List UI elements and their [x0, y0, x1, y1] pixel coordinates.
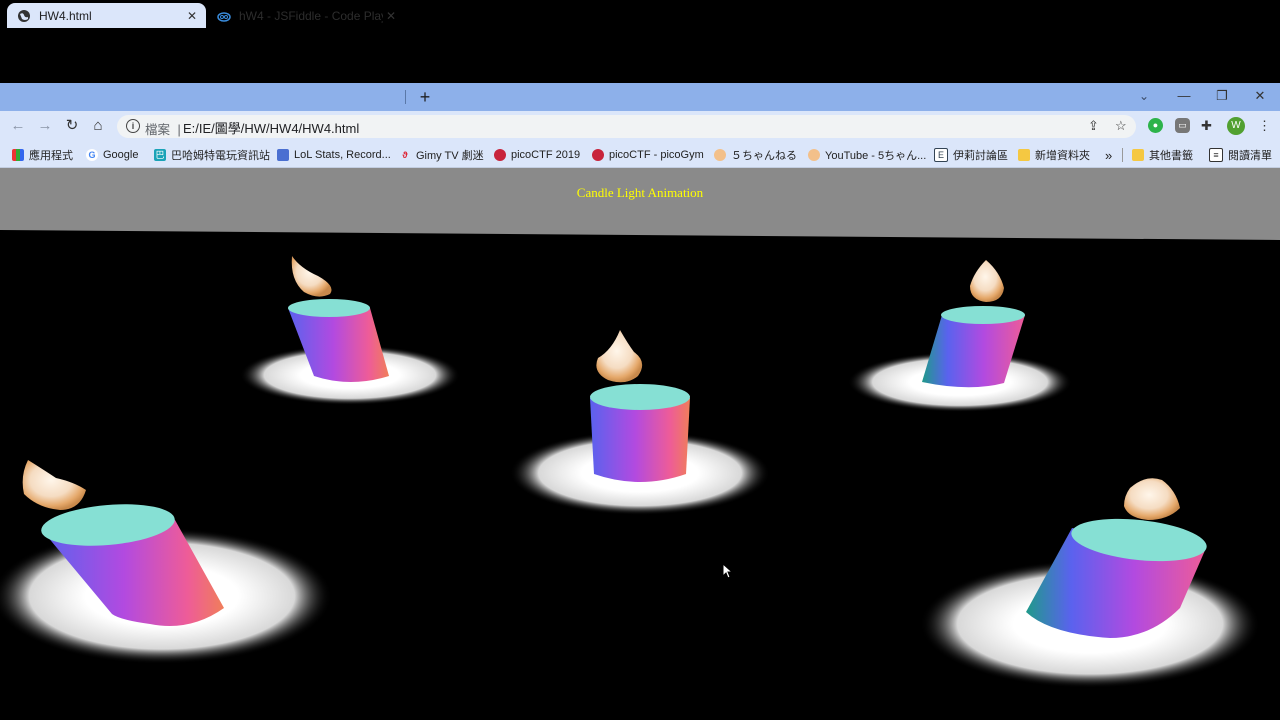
bookmark-picoctf-2019[interactable]: picoCTF 2019: [494, 147, 580, 163]
bookmark-google[interactable]: G Google: [86, 147, 138, 163]
scheme-label: 檔案: [145, 123, 171, 137]
tab-search-icon[interactable]: ⌄: [1139, 89, 1149, 103]
menu-kebab-icon[interactable]: ⋮: [1258, 118, 1271, 134]
scene-render: [0, 168, 1280, 688]
bookmark-label: 巴哈姆特電玩資訊站: [171, 150, 270, 162]
forward-icon[interactable]: →: [35, 116, 55, 136]
picoctf-icon: [592, 149, 604, 161]
window-close-icon[interactable]: ✕: [1240, 86, 1280, 106]
jsfiddle-icon: [217, 9, 231, 23]
bookmark-label: 閱讀清單: [1228, 150, 1272, 162]
folder-icon: [1132, 149, 1144, 161]
close-icon[interactable]: ✕: [184, 8, 200, 24]
bookmark-label: ５ちゃんねる: [731, 150, 797, 162]
bookmark-label: 應用程式: [29, 150, 73, 162]
tab-separator: [405, 90, 406, 104]
gimy-icon: ϑ: [402, 150, 408, 160]
tab-hw4[interactable]: HW4.html ✕: [7, 3, 206, 28]
apps-grid-icon: [12, 149, 24, 161]
tab-title: HW4.html: [39, 8, 92, 23]
address-url[interactable]: E:/IE/圖學/HW/HW4/HW4.html: [183, 118, 359, 137]
reading-list[interactable]: ≡ 閱讀清單: [1209, 147, 1272, 163]
globe-icon: [17, 9, 31, 23]
minimize-icon[interactable]: —: [1164, 86, 1204, 106]
address-scheme: 檔案 |: [145, 119, 181, 138]
new-tab-icon[interactable]: +: [416, 88, 434, 106]
sky-band: [0, 168, 1280, 240]
tab-jsfiddle[interactable]: hW4 - JSFiddle - Code Playground ✕: [207, 3, 405, 28]
close-icon[interactable]: ✕: [383, 8, 399, 24]
extension-chat-icon[interactable]: ▭: [1175, 118, 1190, 133]
bookmark-label: LoL Stats, Record...: [294, 149, 391, 161]
bookmark-label: 新增資料夾: [1035, 150, 1090, 162]
share-icon[interactable]: ⇪: [1088, 118, 1099, 134]
bookmark-folder[interactable]: 新增資料夾: [1018, 147, 1090, 163]
bookmark-label: Gimy TV 劇迷: [416, 150, 484, 162]
restore-icon[interactable]: ❐: [1202, 86, 1242, 106]
bookmark-5ch[interactable]: ５ちゃんねる: [714, 147, 797, 163]
webgl-canvas[interactable]: Candle Light Animation: [0, 168, 1280, 720]
5ch-icon: [808, 149, 820, 161]
other-bookmarks[interactable]: 其他書籤: [1132, 147, 1193, 163]
bookmark-label: YouTube - 5ちゃん...: [825, 150, 927, 162]
bookmark-opgg[interactable]: LoL Stats, Record...: [277, 147, 391, 163]
bookmark-eyny[interactable]: E 伊莉討論區: [934, 147, 1008, 163]
tab-title: hW4 - JSFiddle - Code Playground: [239, 8, 383, 23]
bookmarks-separator: [1122, 148, 1123, 162]
info-icon[interactable]: i: [126, 119, 140, 133]
5ch-icon: [714, 149, 726, 161]
scheme-separator: |: [177, 123, 181, 137]
mouse-cursor-icon: [722, 563, 732, 579]
bookmark-gimy[interactable]: ϑ Gimy TV 劇迷: [399, 147, 484, 163]
bookmark-picogym[interactable]: picoCTF - picoGym: [592, 147, 704, 163]
extensions-puzzle-icon[interactable]: ✚: [1201, 118, 1212, 134]
candle-center: [590, 330, 690, 482]
google-icon: G: [86, 149, 98, 161]
reload-icon[interactable]: ↻: [62, 116, 82, 136]
eyny-icon: E: [934, 148, 948, 162]
bookmark-label: 伊莉討論區: [953, 150, 1008, 162]
star-icon[interactable]: ☆: [1115, 118, 1127, 134]
bookmark-label: 其他書籤: [1149, 150, 1193, 162]
bookmark-label: picoCTF - picoGym: [609, 149, 704, 161]
avatar[interactable]: W: [1227, 117, 1245, 135]
page-title: Candle Light Animation: [576, 185, 704, 200]
folder-icon: [1018, 149, 1030, 161]
opgg-icon: [277, 149, 289, 161]
tab-strip: [0, 83, 1280, 111]
picoctf-icon: [494, 149, 506, 161]
back-icon[interactable]: ←: [8, 116, 28, 136]
bookmarks-overflow[interactable]: »: [1105, 147, 1112, 163]
bookmark-label: Google: [103, 149, 139, 161]
bookmark-apps[interactable]: 應用程式: [12, 147, 73, 163]
home-icon[interactable]: ⌂: [88, 116, 108, 136]
bookmark-youtube-5ch[interactable]: YouTube - 5ちゃん...: [808, 147, 926, 163]
reading-list-icon: ≡: [1209, 148, 1223, 162]
extension-green-icon[interactable]: ●: [1148, 118, 1163, 133]
bahamut-icon: 巴: [154, 149, 166, 161]
bookmark-bahamut[interactable]: 巴 巴哈姆特電玩資訊站: [154, 147, 270, 163]
bookmark-label: picoCTF 2019: [511, 149, 581, 161]
